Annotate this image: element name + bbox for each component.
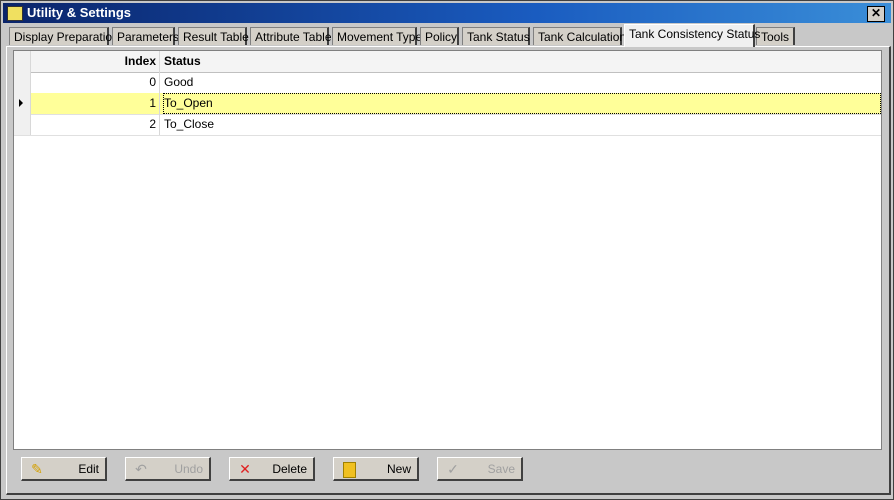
tab-tank-consistency-status[interactable]: Tank Consistency Status [624, 24, 760, 47]
tab-tools[interactable]: Tools [756, 27, 795, 45]
new-document-icon [341, 461, 357, 478]
cell-status[interactable]: Good [164, 72, 193, 93]
pencil-icon: ✎ [31, 461, 43, 477]
delete-button[interactable]: ✕ Delete [229, 457, 315, 481]
tab-policy[interactable]: Policy [420, 27, 459, 45]
table-row[interactable]: 0 Good [14, 72, 881, 94]
tab-movement-type[interactable]: Movement Type [332, 27, 422, 45]
cell-index[interactable]: 2 [31, 114, 160, 135]
status-grid[interactable]: Index Status 0 Good 1 To_Open 2 To_Close [13, 50, 882, 450]
title-bar: Utility & Settings ✕ [3, 3, 891, 23]
current-row-arrow-icon [19, 99, 23, 107]
row-header[interactable] [14, 72, 31, 93]
undo-icon: ↶ [135, 461, 147, 477]
window-title: Utility & Settings [27, 5, 132, 20]
checkmark-icon: ✓ [447, 461, 459, 477]
tab-display-preparation[interactable]: Display Preparation [9, 27, 119, 45]
row-header[interactable] [14, 93, 31, 114]
tab-parameters[interactable]: Parameters [112, 27, 179, 45]
save-button[interactable]: ✓ Save [437, 457, 523, 481]
new-button[interactable]: New [333, 457, 419, 481]
grid-header: Index Status [14, 51, 881, 73]
tab-tank-calculation[interactable]: Tank Calculation [533, 27, 626, 45]
cell-status[interactable]: To_Close [164, 114, 214, 135]
tab-result-table[interactable]: Result Table [178, 27, 249, 45]
row-header-corner [14, 51, 31, 72]
cell-index[interactable]: 1 [31, 93, 160, 114]
new-label: New [386, 462, 411, 476]
tab-tank-status[interactable]: Tank Status [462, 27, 530, 45]
table-row-selected[interactable]: 1 To_Open [14, 93, 881, 115]
cell-status[interactable]: To_Open [163, 93, 881, 114]
close-button[interactable]: ✕ [867, 6, 885, 22]
cell-index[interactable]: 0 [31, 72, 160, 93]
app-icon [7, 6, 23, 21]
undo-label: Undo [174, 462, 203, 476]
undo-button[interactable]: ↶ Undo [125, 457, 211, 481]
tab-attribute-table[interactable]: Attribute Table [250, 27, 332, 45]
column-header-status[interactable]: Status [164, 51, 201, 72]
edit-button[interactable]: ✎ Edit [21, 457, 107, 481]
column-header-index[interactable]: Index [31, 51, 160, 72]
row-header[interactable] [14, 114, 31, 135]
save-label: Save [487, 462, 515, 476]
table-row[interactable]: 2 To_Close [14, 114, 881, 136]
x-icon: ✕ [239, 461, 251, 477]
edit-label: Edit [78, 462, 99, 476]
delete-label: Delete [272, 462, 307, 476]
